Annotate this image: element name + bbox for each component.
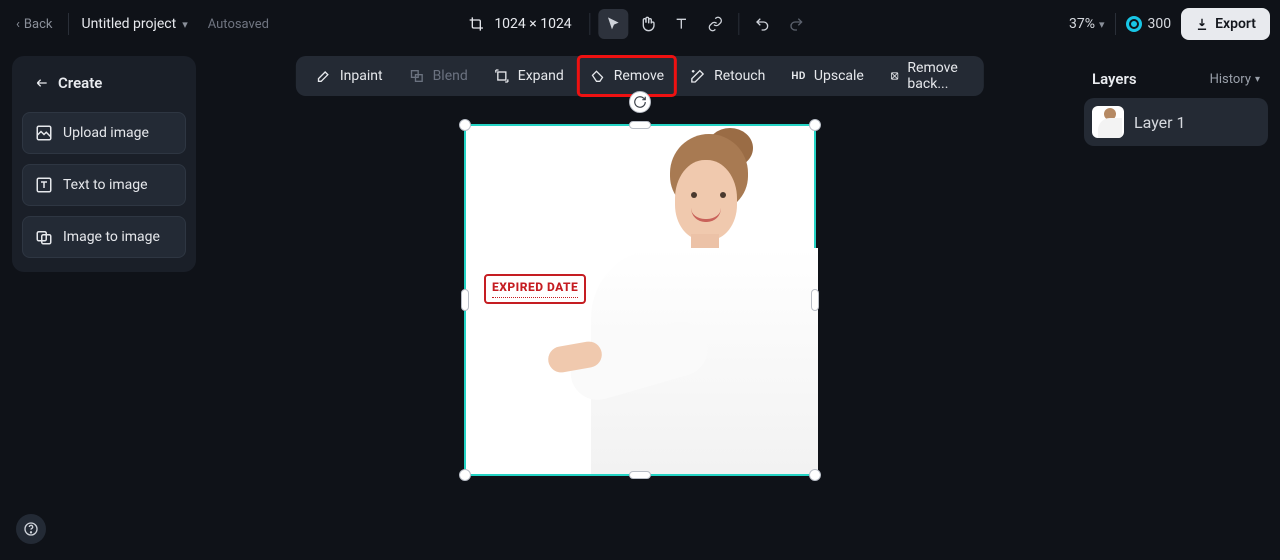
retouch-label: Retouch (714, 68, 765, 84)
blend-label: Blend (433, 68, 468, 84)
pan-tool[interactable] (633, 9, 663, 39)
link-tool[interactable] (701, 9, 731, 39)
remove-bg-icon (890, 68, 900, 84)
chevron-down-icon: ▾ (182, 18, 188, 31)
help-button[interactable] (16, 514, 46, 544)
selected-layer-frame[interactable]: EXPIRED DATE (464, 124, 816, 476)
cursor-icon (606, 16, 622, 32)
inpaint-tool[interactable]: Inpaint (304, 56, 395, 96)
project-name-label: Untitled project (81, 16, 176, 32)
canvas-size-button[interactable]: 1024 × 1024 (468, 16, 571, 32)
divider (1115, 13, 1116, 35)
canvas-size-label: 1024 × 1024 (494, 16, 571, 32)
canvas-stage: EXPIRED DATE (464, 124, 816, 476)
wand-icon (690, 68, 706, 84)
create-header[interactable]: Create (22, 60, 186, 102)
image-to-image-label: Image to image (63, 229, 160, 245)
top-left-cluster: ‹ Back Untitled project ▾ Autosaved (10, 12, 269, 36)
layers-title: Layers (1092, 70, 1137, 88)
remove-tool[interactable]: Remove (578, 56, 676, 96)
redo-icon (789, 16, 805, 32)
hand-icon (640, 16, 656, 32)
remove-background-tool[interactable]: Remove back... (878, 56, 976, 96)
history-label: History (1210, 72, 1251, 87)
export-button[interactable]: Export (1181, 8, 1270, 40)
retouch-tool[interactable]: Retouch (678, 56, 777, 96)
upload-image-button[interactable]: Upload image (22, 112, 186, 154)
history-dropdown[interactable]: History ▾ (1210, 72, 1260, 87)
zoom-label: 37% (1069, 16, 1095, 32)
resize-handle-bl[interactable] (459, 469, 471, 481)
expand-icon (494, 68, 510, 84)
create-title: Create (58, 74, 102, 92)
divider (68, 13, 69, 35)
text-to-image-button[interactable]: Text to image (22, 164, 186, 206)
chevron-down-icon: ▾ (1255, 74, 1260, 85)
resize-handle-r[interactable] (811, 289, 819, 311)
undo-icon (755, 16, 771, 32)
resize-handle-tl[interactable] (459, 119, 471, 131)
inpaint-label: Inpaint (340, 68, 383, 84)
divider (590, 13, 591, 35)
image-to-image-button[interactable]: Image to image (22, 216, 186, 258)
resize-handle-br[interactable] (809, 469, 821, 481)
credits-button[interactable]: 300 (1126, 16, 1172, 32)
rotate-handle[interactable] (629, 91, 651, 113)
project-name-dropdown[interactable]: Untitled project ▾ (79, 12, 189, 36)
viewport-tools (586, 9, 812, 39)
select-tool[interactable] (599, 9, 629, 39)
chevron-left-icon: ‹ (16, 17, 20, 32)
create-sidebar: Create Upload image Text to image Image … (12, 56, 196, 272)
undo-button[interactable] (748, 9, 778, 39)
chevron-down-icon: ▾ (1099, 18, 1105, 31)
export-label: Export (1215, 16, 1256, 32)
top-bar: ‹ Back Untitled project ▾ Autosaved 1024… (0, 0, 1280, 48)
zoom-dropdown[interactable]: 37% ▾ (1069, 16, 1105, 32)
stamp-overlay: EXPIRED DATE (484, 274, 586, 304)
layers-sidebar: Layers History ▾ Layer 1 (1084, 56, 1268, 146)
resize-handle-l[interactable] (461, 289, 469, 311)
credits-count: 300 (1148, 16, 1172, 32)
divider (739, 13, 740, 35)
back-label: Back (24, 17, 53, 32)
rotate-icon (633, 95, 647, 109)
download-icon (1195, 17, 1209, 31)
blend-tool: Blend (397, 56, 480, 96)
back-button[interactable]: ‹ Back (10, 13, 58, 36)
top-center-cluster: 1024 × 1024 (468, 9, 811, 39)
brush-icon (316, 68, 332, 84)
text-to-image-icon (35, 176, 53, 194)
layer-name: Layer 1 (1134, 113, 1186, 132)
upscale-label: Upscale (814, 68, 864, 84)
hd-icon: HD (791, 71, 806, 82)
link-icon (708, 16, 724, 32)
expand-tool[interactable]: Expand (482, 56, 576, 96)
resize-handle-b[interactable] (629, 471, 651, 479)
text-icon (674, 16, 690, 32)
canvas-image-content (554, 126, 818, 474)
text-to-image-label: Text to image (63, 177, 148, 193)
credits-icon (1126, 16, 1142, 32)
layer-thumbnail (1092, 106, 1124, 138)
remove-bg-label: Remove back... (907, 60, 964, 92)
expand-label: Expand (518, 68, 564, 84)
upload-image-label: Upload image (63, 125, 149, 141)
image-to-image-icon (35, 228, 53, 246)
blend-icon (409, 68, 425, 84)
ai-tools-bar: Inpaint Blend Expand Remove Retouch HD U… (296, 56, 984, 96)
layer-item[interactable]: Layer 1 (1084, 98, 1268, 146)
upload-image-icon (35, 124, 53, 142)
eraser-icon (590, 68, 606, 84)
top-right-cluster: 37% ▾ 300 Export (1069, 8, 1270, 40)
redo-button[interactable] (782, 9, 812, 39)
resize-handle-tr[interactable] (809, 119, 821, 131)
autosaved-status: Autosaved (208, 17, 269, 32)
arrow-left-icon (34, 75, 50, 91)
text-tool[interactable] (667, 9, 697, 39)
remove-label: Remove (614, 68, 664, 84)
upscale-tool[interactable]: HD Upscale (779, 56, 876, 96)
resize-handle-t[interactable] (629, 121, 651, 129)
help-icon (23, 521, 39, 537)
crop-icon (468, 16, 484, 32)
